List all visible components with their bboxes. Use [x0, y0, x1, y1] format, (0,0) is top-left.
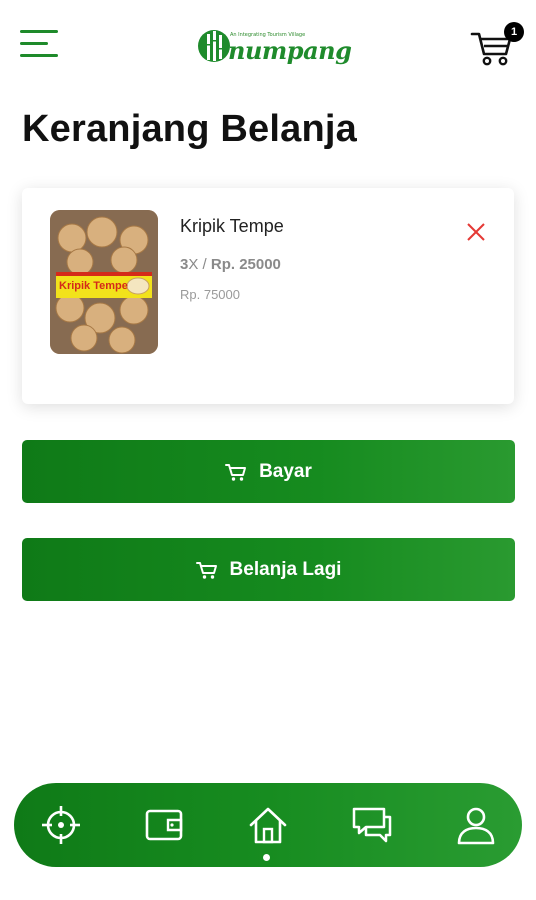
chat-icon — [352, 807, 392, 843]
user-icon — [457, 807, 495, 845]
app-header: An Integrating Tourism Village numpang 1 — [0, 0, 536, 90]
item-name: Kripik Tempe — [180, 216, 284, 236]
cart-icon — [225, 463, 247, 481]
active-nav-indicator — [263, 854, 270, 861]
nav-item-profile[interactable] — [454, 803, 498, 847]
nav-item-explore[interactable] — [39, 803, 83, 847]
product-image: Kripik Tempe — [50, 210, 158, 354]
nav-item-home[interactable] — [246, 803, 290, 847]
hamburger-menu-icon[interactable] — [20, 28, 58, 60]
close-icon — [467, 223, 485, 241]
page-title: Keranjang Belanja — [22, 108, 357, 150]
nav-item-wallet[interactable] — [142, 803, 186, 847]
shop-again-button[interactable]: Belanja Lagi — [22, 538, 515, 601]
item-unit-price: Rp. 25000 — [210, 256, 281, 273]
crosshair-icon — [42, 806, 80, 844]
cart-item-card: Kripik Tempe Kripik Tempe 3X / Rp. 25000… — [22, 188, 514, 404]
shop-again-button-label: Belanja Lagi — [229, 558, 342, 580]
item-qty-price: 3X / Rp. 25000 — [180, 256, 281, 273]
pay-button-label: Bayar — [259, 460, 312, 482]
nav-item-messages[interactable] — [350, 803, 394, 847]
item-qty-separator: X / — [188, 256, 211, 273]
home-icon — [249, 807, 287, 844]
numpang-logo: An Integrating Tourism Village numpang — [198, 22, 352, 68]
product-image-label: Kripik Tempe — [59, 280, 128, 292]
pay-button[interactable]: Bayar — [22, 440, 515, 503]
item-total-price: Rp. 75000 — [180, 287, 240, 302]
wallet-icon — [145, 809, 183, 841]
bottom-navigation — [14, 783, 522, 867]
cart-icon — [195, 561, 217, 579]
remove-item-button[interactable] — [464, 220, 488, 244]
cart-count-badge: 1 — [504, 22, 524, 42]
logo-text: numpang — [228, 36, 352, 65]
bamboo-logo-icon — [198, 30, 230, 62]
